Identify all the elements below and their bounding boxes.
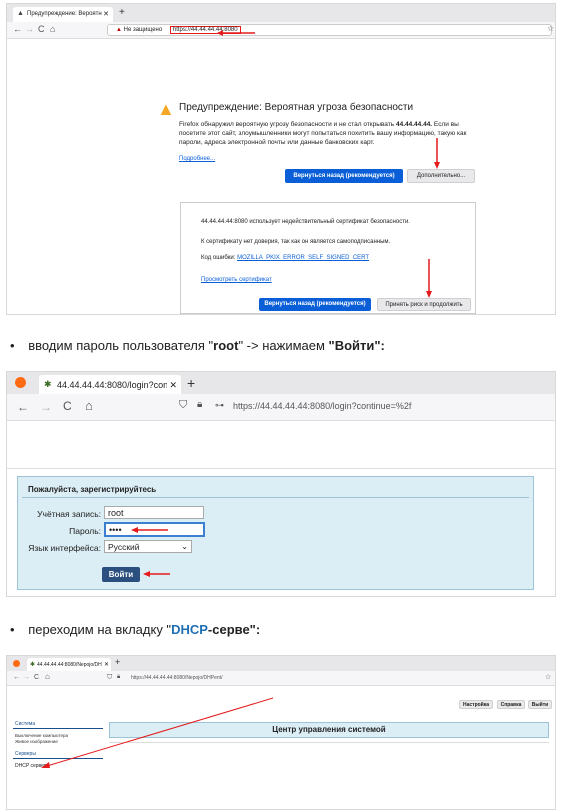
warning-title: Предупреждение: Вероятная угроза безопас…	[179, 102, 414, 113]
firefox-icon	[13, 660, 20, 667]
chevron-down-icon: ⌄	[181, 542, 188, 551]
step-login-text: вводим пароль пользователя "root" -> наж…	[10, 338, 385, 353]
back-button-2[interactable]: Вернуться назад (рекомендуется)	[259, 298, 371, 311]
address-url[interactable]: https://44.44.44.44:8080/login?continue=…	[233, 401, 411, 411]
more-link[interactable]: Подробнее...	[179, 156, 215, 162]
account-input[interactable]: root	[104, 506, 204, 519]
home-icon[interactable]: ⌂	[50, 25, 55, 34]
forward-icon[interactable]: →	[23, 674, 30, 681]
sidebar-system[interactable]: Система	[15, 721, 35, 727]
tab-bar: ✱ 44.44.44.44:8080/Nepojo/DH ✕ +	[7, 656, 555, 671]
annotation-arrow-url	[217, 30, 255, 36]
tab-title: 44.44.44.44:8080/Nepojo/DH	[37, 662, 102, 668]
nav-bar: ← → C ⌂ ⛉ 🔒︎ ⊶ https://44.44.44.44:8080/…	[7, 394, 555, 421]
nav-bar: ← → C ⌂ ⛉ 🔒︎ https://44.44.44.44:8080/Ne…	[7, 671, 555, 686]
warning-tab-icon: ▲	[17, 10, 24, 17]
error-code: Код ошибки: MOZILLA_PKIX_ERROR_SELF_SIGN…	[201, 255, 370, 261]
login-form: Пожалуйста, зарегистрируйтесь Учётная за…	[17, 476, 534, 590]
page-divider	[7, 468, 555, 469]
tab-title: Предупреждение: Вероятн	[27, 11, 102, 17]
annotation-arrow-dhcp	[41, 697, 274, 768]
page-info-icon[interactable]: 🔒︎	[117, 674, 120, 680]
details-line-1: 44.44.44.44:8080 использует недействител…	[201, 219, 410, 225]
help-button[interactable]: Справка	[497, 700, 525, 709]
annotation-arrow-login	[143, 571, 170, 577]
page-info-icon[interactable]: 🔒︎	[197, 400, 202, 410]
browser-tab[interactable]: ▲ Предупреждение: Вероятн ✕	[13, 7, 113, 22]
new-tab-icon[interactable]: +	[187, 375, 195, 391]
language-label: Язык интерфейса:	[28, 543, 101, 553]
sidebar-servers[interactable]: Серверы	[15, 751, 36, 757]
new-tab-icon[interactable]: +	[115, 657, 120, 667]
address-bar[interactable]: ▲ Не защищено https://44.44.44.44:8080	[107, 24, 552, 36]
close-tab-icon[interactable]: ✕	[103, 10, 109, 18]
accept-risk-button[interactable]: Принять риск и продолжить	[377, 298, 471, 311]
reload-icon[interactable]: C	[63, 400, 72, 412]
address-url[interactable]: https://44.44.44.44:8080/Nepojo/DHPent/	[131, 675, 222, 681]
advanced-button[interactable]: Дополнительно...	[407, 169, 475, 183]
login-button[interactable]: Войти	[102, 567, 140, 582]
browser-tab[interactable]: ✱ 44.44.44.44:8080/Nepojo/DH ✕	[27, 658, 111, 671]
tab-title: 44.44.44.44:8080/login?contin	[57, 380, 178, 390]
shield-icon: ⛉	[179, 399, 188, 411]
close-tab-icon[interactable]: ✕	[167, 380, 177, 391]
warning-triangle-icon: ▲	[157, 99, 175, 119]
screenshot-dhcp: ✱ 44.44.44.44:8080/Nepojo/DH ✕ + ← → C ⌂…	[6, 655, 556, 810]
annotation-arrow-advanced	[434, 138, 440, 169]
tab-bar: ▲ Предупреждение: Вероятн ✕ +	[7, 4, 555, 22]
form-title: Пожалуйста, зарегистрируйтесь	[28, 485, 157, 494]
not-secure-label: Не защищено	[123, 27, 163, 33]
nav-bar: ← → C ⌂ ▲ Не защищено https://44.44.44.4…	[7, 22, 555, 39]
back-icon[interactable]: ←	[17, 401, 29, 413]
browser-tab[interactable]: ✱ 44.44.44.44:8080/login?contin ✕	[39, 375, 181, 394]
home-icon[interactable]: ⌂	[45, 673, 50, 681]
screenshot-login: ✱ 44.44.44.44:8080/login?contin ✕ + ← → …	[6, 371, 556, 597]
bookmark-star-icon[interactable]: ☆	[547, 25, 554, 33]
firefox-icon	[15, 377, 26, 388]
key-icon: ⊶	[215, 400, 224, 410]
password-label: Пароль:	[69, 526, 101, 536]
bookmark-star-icon[interactable]: ☆	[545, 674, 551, 681]
back-icon[interactable]: ←	[13, 674, 20, 681]
view-certificate-link[interactable]: Просмотреть сертификат	[201, 277, 272, 283]
site-icon: ✱	[44, 379, 52, 389]
reload-icon[interactable]: C	[34, 674, 39, 681]
reload-icon[interactable]: C	[38, 25, 45, 34]
annotation-arrow-password	[131, 527, 168, 533]
close-tab-icon[interactable]: ✕	[103, 661, 109, 668]
lock-warning-icon: ▲	[116, 27, 122, 33]
details-line-2: К сертификату нет доверия, так как он яв…	[201, 239, 391, 245]
account-label: Учётная запись:	[37, 509, 101, 519]
back-icon[interactable]: ←	[13, 25, 22, 34]
error-code-link[interactable]: MOZILLA_PKIX_ERROR_SELF_SIGNED_CERT	[237, 255, 369, 261]
exit-button[interactable]: Выйти	[528, 700, 552, 709]
forward-icon[interactable]: →	[40, 401, 52, 413]
step-dhcp-text: переходим на вкладку "DHCP-серве":	[10, 622, 260, 637]
forward-icon[interactable]: →	[25, 25, 34, 34]
language-select[interactable]: Русский ⌄	[104, 540, 192, 553]
settings-button[interactable]: Настройка	[459, 700, 493, 709]
form-title-rule	[22, 497, 529, 498]
back-button[interactable]: Вернуться назад (рекомендуется)	[285, 169, 403, 183]
tab-bar: ✱ 44.44.44.44:8080/login?contin ✕ +	[7, 372, 555, 394]
new-tab-icon[interactable]: +	[119, 7, 125, 18]
screenshot-cert-warning: ▲ Предупреждение: Вероятн ✕ + ← → C ⌂ ▲ …	[6, 3, 556, 315]
site-icon: ✱	[30, 662, 36, 668]
shield-icon: ⛉	[107, 674, 113, 681]
annotation-arrow-accept	[426, 259, 432, 298]
home-icon[interactable]: ⌂	[85, 399, 93, 412]
